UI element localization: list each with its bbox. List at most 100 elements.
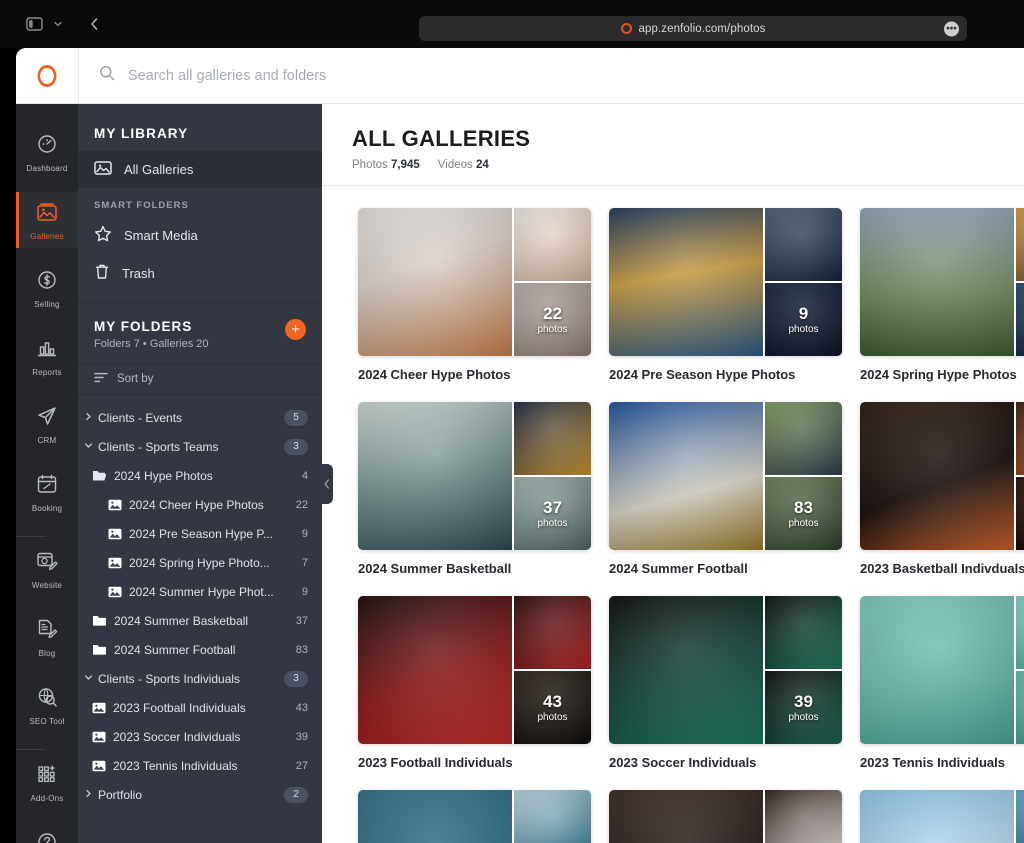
gallery-cover-image[interactable] xyxy=(358,402,512,550)
gallery-card[interactable]: 2023 Tennis Individuals xyxy=(860,596,1024,770)
gallery-card[interactable]: 37photos2024 Summer Basketball xyxy=(358,402,591,576)
tree-group-portfolio[interactable]: Portfolio2 xyxy=(78,780,322,809)
add-folder-button[interactable]: + xyxy=(285,319,306,340)
gallery-thumb-1[interactable] xyxy=(1016,402,1024,475)
gallery-card[interactable]: 83photos2024 Summer Football xyxy=(609,402,842,576)
gallery-cover-image[interactable] xyxy=(860,402,1014,550)
gallery-thumbnails[interactable]: 7photos xyxy=(860,208,1024,356)
gallery-thumbnails[interactable]: 83photos xyxy=(609,402,842,550)
gallery-thumb-2[interactable]: 43photos xyxy=(514,671,591,744)
gallery-cover-image[interactable] xyxy=(609,402,763,550)
sort-by-control[interactable]: Sort by xyxy=(78,363,322,395)
gallery-thumb-1[interactable] xyxy=(514,402,591,475)
gallery-thumb-1[interactable] xyxy=(1016,208,1024,281)
sidebar-toggle-icon[interactable] xyxy=(26,17,43,31)
gallery-card[interactable]: 22photos2024 Cheer Hype Photos xyxy=(358,208,591,382)
tree-item-2024-summer-basketball[interactable]: 2024 Summer Basketball37 xyxy=(78,606,322,635)
tree-group-clients-events[interactable]: Clients - Events5 xyxy=(78,403,322,432)
gallery-thumb-1[interactable] xyxy=(1016,790,1024,843)
chevron-down-icon[interactable] xyxy=(53,19,63,29)
sidebar-item-all-galleries[interactable]: All Galleries xyxy=(78,151,322,188)
rail-item-website[interactable]: Website xyxy=(16,541,78,597)
rail-item-support[interactable]: Support xyxy=(16,822,78,843)
sidebar-item-trash[interactable]: Trash xyxy=(78,254,322,292)
gallery-card[interactable]: 39photos2023 Soccer Individuals xyxy=(609,596,842,770)
back-button[interactable] xyxy=(89,17,100,31)
gallery-thumb-2[interactable]: 39photos xyxy=(765,671,842,744)
tree-item-2024-spring-hype-photo[interactable]: 2024 Spring Hype Photo...7 xyxy=(78,548,322,577)
gallery-thumbnails[interactable] xyxy=(358,790,591,843)
gallery-thumbnails[interactable]: 9photos xyxy=(609,208,842,356)
gallery-thumbnails[interactable]: 39photos xyxy=(609,596,842,744)
gallery-cover-image[interactable] xyxy=(860,596,1014,744)
gallery-cover-image[interactable] xyxy=(358,208,512,356)
gallery-thumbnails[interactable]: 22photos xyxy=(358,208,591,356)
rail-item-add-ons[interactable]: Add-Ons xyxy=(16,754,78,810)
gallery-cover-image[interactable] xyxy=(609,790,763,843)
gallery-card[interactable]: 7photos2024 Spring Hype Photos xyxy=(860,208,1024,382)
gallery-thumbnails[interactable]: 43photos xyxy=(358,596,591,744)
gallery-thumb-2[interactable] xyxy=(1016,671,1024,744)
tree-group-clients-sports-teams[interactable]: Clients - Sports Teams3 xyxy=(78,432,322,461)
gallery-card[interactable]: 2023 Basketball Indivduals xyxy=(860,402,1024,576)
gallery-thumbnails[interactable] xyxy=(609,790,842,843)
rail-item-selling[interactable]: Selling xyxy=(16,260,78,316)
chevron-right-icon[interactable] xyxy=(78,789,98,801)
chevron-right-icon[interactable] xyxy=(78,412,98,424)
gallery-thumb-2[interactable]: 37photos xyxy=(514,477,591,550)
gallery-thumb-1[interactable] xyxy=(765,790,842,843)
tree-item-2024-cheer-hype-photos[interactable]: 2024 Cheer Hype Photos22 xyxy=(78,490,322,519)
gallery-thumb-2[interactable] xyxy=(1016,477,1024,550)
gallery-cover-image[interactable] xyxy=(860,208,1014,356)
tree-group-clients-sports-individuals[interactable]: Clients - Sports Individuals3 xyxy=(78,664,322,693)
gallery-thumb-1[interactable] xyxy=(765,402,842,475)
gallery-card[interactable]: 9photos2024 Pre Season Hype Photos xyxy=(609,208,842,382)
sidebar-item-smart-media[interactable]: Smart Media xyxy=(78,216,322,254)
rail-item-dashboard[interactable]: Dashboard xyxy=(16,124,78,180)
rail-item-seo-tool[interactable]: SEO Tool xyxy=(16,677,78,733)
gallery-cover-image[interactable] xyxy=(860,790,1014,843)
gallery-cover-image[interactable] xyxy=(358,596,512,744)
tree-item-2024-summer-hype-phot[interactable]: 2024 Summer Hype Phot...9 xyxy=(78,577,322,606)
collapse-sidebar-handle[interactable] xyxy=(321,464,333,504)
gallery-thumbnails[interactable]: 37photos xyxy=(358,402,591,550)
gallery-thumb-1[interactable] xyxy=(514,790,591,843)
tree-item-2024-summer-football[interactable]: 2024 Summer Football83 xyxy=(78,635,322,664)
gallery-thumb-1[interactable] xyxy=(765,208,842,281)
gallery-thumb-2[interactable]: 22photos xyxy=(514,283,591,356)
rail-item-blog[interactable]: Blog xyxy=(16,609,78,665)
global-search[interactable] xyxy=(78,48,1024,103)
rail-item-galleries[interactable]: Galleries xyxy=(16,192,78,248)
gallery-thumb-2[interactable]: 7photos xyxy=(1016,283,1024,356)
rail-item-reports[interactable]: Reports xyxy=(16,328,78,384)
gallery-thumb-2[interactable]: 9photos xyxy=(765,283,842,356)
gallery-card[interactable] xyxy=(860,790,1024,843)
rail-item-booking[interactable]: Booking xyxy=(16,464,78,520)
address-bar[interactable]: app.zenfolio.com/photos ••• xyxy=(419,16,967,41)
gallery-thumb-1[interactable] xyxy=(765,596,842,669)
gallery-thumb-1[interactable] xyxy=(514,208,591,281)
tree-item-2023-football-individuals[interactable]: 2023 Football Individuals43 xyxy=(78,693,322,722)
page-menu-button[interactable]: ••• xyxy=(944,21,959,36)
chevron-down-icon[interactable] xyxy=(78,441,98,453)
chevron-down-icon[interactable] xyxy=(78,673,98,685)
tree-item-2024-pre-season-hype-p[interactable]: 2024 Pre Season Hype P...9 xyxy=(78,519,322,548)
gallery-cover-image[interactable] xyxy=(609,208,763,356)
gallery-card[interactable]: 43photos2023 Football Individuals xyxy=(358,596,591,770)
gallery-cover-image[interactable] xyxy=(609,596,763,744)
gallery-thumbnails[interactable] xyxy=(860,402,1024,550)
tree-item-2023-tennis-individuals[interactable]: 2023 Tennis Individuals27 xyxy=(78,751,322,780)
gallery-thumbnails[interactable] xyxy=(860,790,1024,843)
zenfolio-logo[interactable] xyxy=(16,65,78,87)
gallery-thumb-1[interactable] xyxy=(514,596,591,669)
gallery-cover-image[interactable] xyxy=(358,790,512,843)
search-input[interactable] xyxy=(128,68,648,84)
rail-item-crm[interactable]: CRM xyxy=(16,396,78,452)
tree-item-2023-soccer-individuals[interactable]: 2023 Soccer Individuals39 xyxy=(78,722,322,751)
gallery-thumb-2[interactable]: 83photos xyxy=(765,477,842,550)
gallery-thumb-1[interactable] xyxy=(1016,596,1024,669)
gallery-card[interactable] xyxy=(358,790,591,843)
gallery-card[interactable] xyxy=(609,790,842,843)
tree-item-2024-hype-photos[interactable]: 2024 Hype Photos4 xyxy=(78,461,322,490)
gallery-thumbnails[interactable] xyxy=(860,596,1024,744)
